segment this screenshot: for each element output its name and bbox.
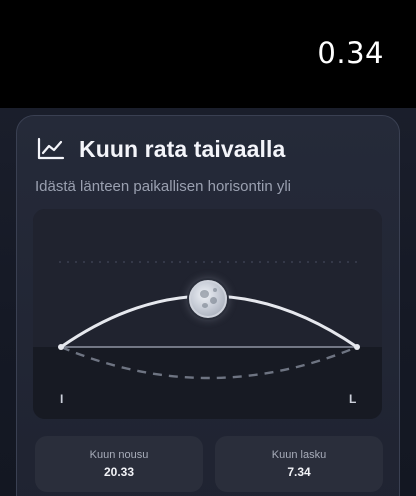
moon-path-card: Kuun rata taivaalla Idästä länteen paika…	[16, 115, 400, 496]
status-time: 0.34	[317, 36, 384, 70]
moon-path-plot: I L	[33, 209, 382, 419]
line-chart-icon	[37, 137, 65, 160]
card-title: Kuun rata taivaalla	[79, 135, 286, 162]
card-header: Kuun rata taivaalla	[37, 134, 285, 164]
west-label: L	[349, 392, 357, 406]
moonset-point	[354, 344, 360, 350]
status-bar: 0.34	[0, 0, 416, 108]
moonset-label: Kuun lasku	[271, 449, 327, 461]
below-horizon-arc	[60, 345, 358, 380]
moonrise-value: 20.33	[103, 465, 135, 479]
east-label: I	[60, 392, 64, 406]
moonrise-label: Kuun nousu	[89, 449, 149, 461]
moon-icon	[189, 280, 227, 318]
moonrise-box: Kuun nousu 20.33	[35, 436, 203, 492]
card-subtitle: Idästä länteen paikallisen horisontin yl…	[35, 178, 291, 195]
moonrise-point	[58, 344, 64, 350]
moonset-value: 7.34	[287, 465, 311, 479]
moonset-box: Kuun lasku 7.34	[215, 436, 383, 492]
